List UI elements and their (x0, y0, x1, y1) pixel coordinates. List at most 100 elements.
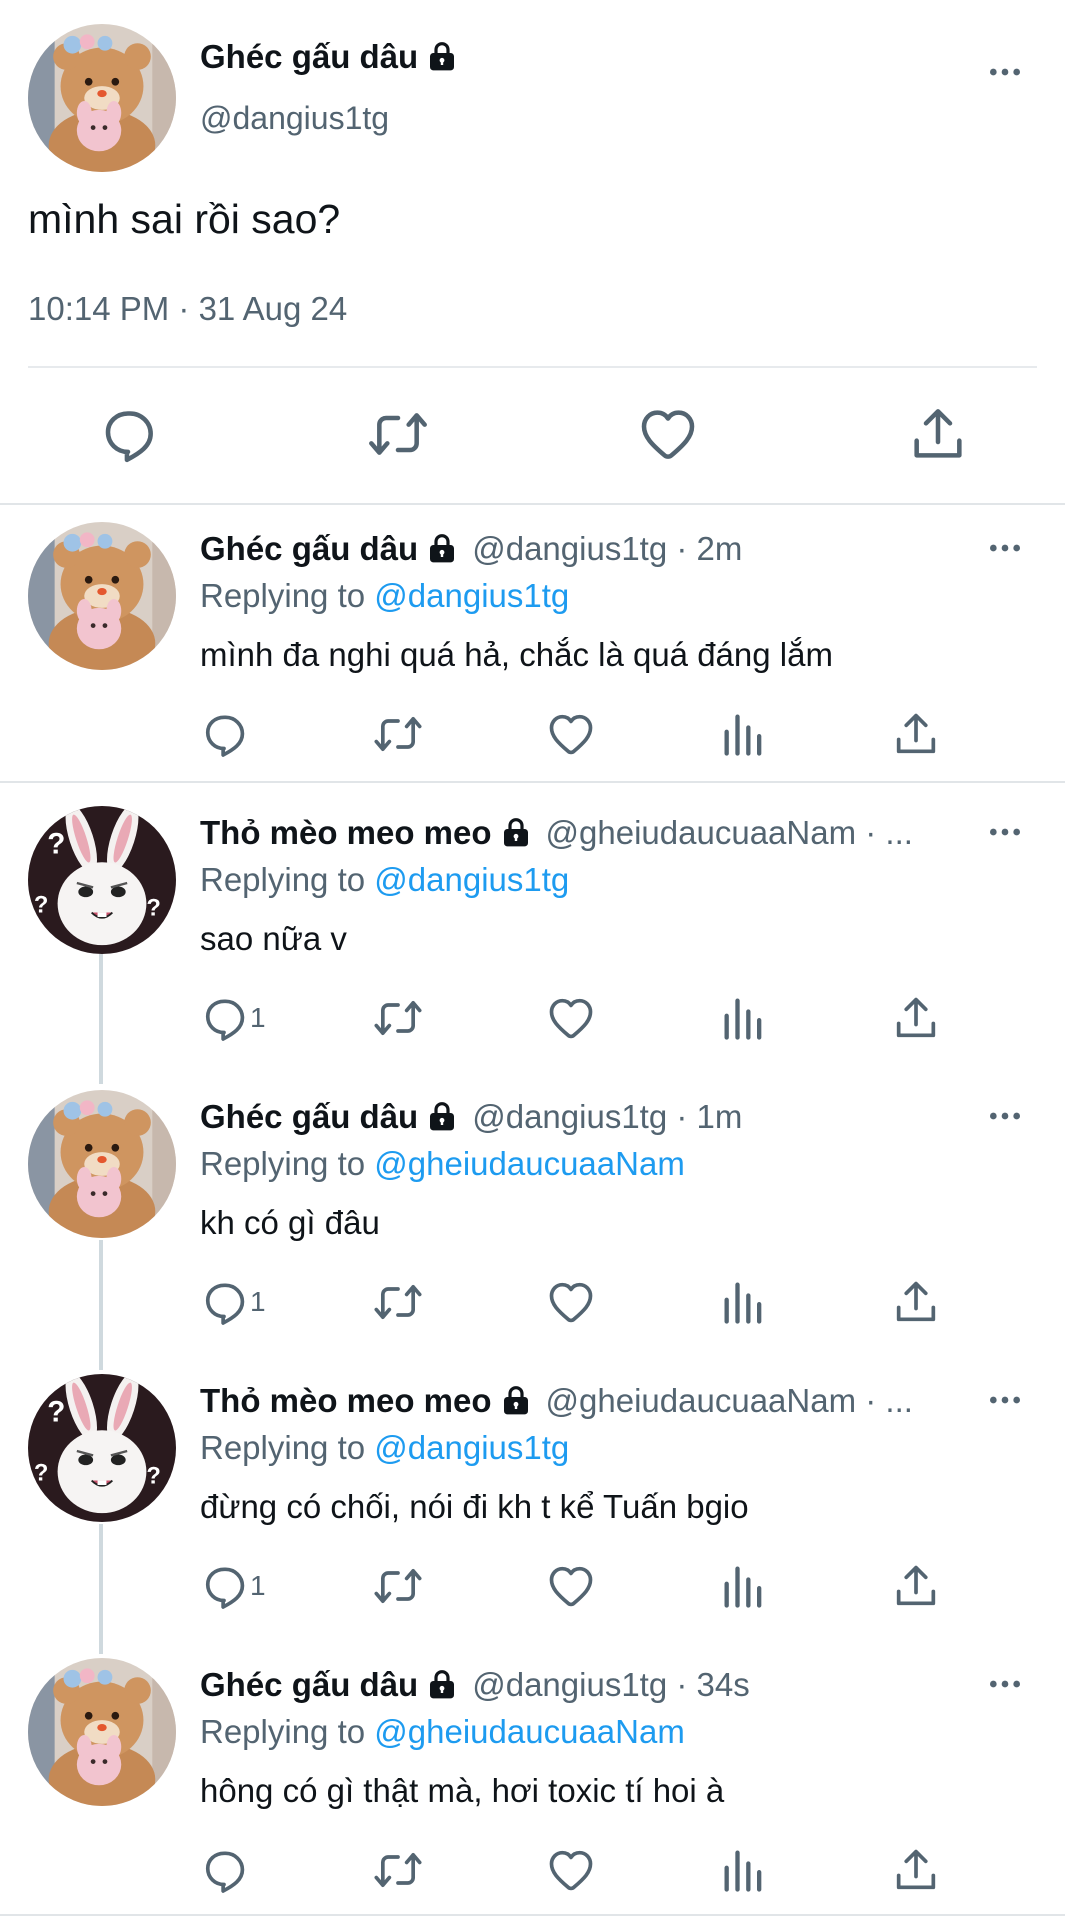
views-button[interactable] (718, 992, 770, 1044)
reply-button[interactable]: 1 (198, 992, 288, 1044)
bunny-avatar-image (28, 806, 176, 954)
views-icon (718, 1276, 770, 1328)
replying-to-link[interactable]: @dangius1tg (374, 1429, 569, 1466)
divider (28, 366, 1037, 368)
replying-to-link[interactable]: @gheiudaucuaaNam (374, 1713, 685, 1750)
reply-icon (198, 1276, 250, 1328)
reply-count: 1 (250, 1570, 266, 1601)
replying-to-prefix: Replying to (200, 1713, 366, 1750)
reply-handle-time[interactable]: @gheiudaucuaaNam · ... (546, 1382, 913, 1420)
like-button[interactable] (545, 1276, 597, 1328)
reply-avatar[interactable] (28, 1374, 176, 1522)
lock-icon (426, 533, 458, 565)
like-button[interactable] (545, 1844, 597, 1896)
views-button[interactable] (718, 708, 770, 760)
replying-to-link[interactable]: @gheiudaucuaaNam (374, 1145, 685, 1182)
retweet-icon (372, 1276, 424, 1328)
replying-to-link[interactable]: @dangius1tg (374, 577, 569, 614)
retweet-icon (372, 992, 424, 1044)
reply-button[interactable]: 1 (198, 1560, 288, 1612)
lock-icon (426, 1669, 458, 1701)
author-avatar[interactable] (28, 24, 176, 172)
reply-text: hông có gì thật mà, hơi toxic tí hoi à (200, 1772, 725, 1809)
share-button[interactable] (890, 1560, 942, 1612)
share-icon (890, 1560, 942, 1612)
reply-button[interactable] (198, 708, 250, 760)
retweet-icon (372, 1560, 424, 1612)
retweet-button[interactable] (372, 1560, 424, 1612)
like-button[interactable] (545, 708, 597, 760)
views-button[interactable] (718, 1844, 770, 1896)
divider (0, 1914, 1065, 1916)
like-icon (545, 1276, 597, 1328)
more-options-button[interactable] (985, 1096, 1025, 1136)
reply-avatar[interactable] (28, 522, 176, 670)
retweet-button[interactable] (366, 402, 430, 466)
retweet-button[interactable] (372, 1276, 424, 1328)
author-name-row[interactable]: Ghéc gấu dâu (200, 38, 458, 76)
like-button[interactable] (545, 1560, 597, 1612)
reply-avatar[interactable] (28, 1090, 176, 1238)
views-icon (718, 992, 770, 1044)
bear-avatar-image (28, 24, 176, 172)
views-icon (718, 1844, 770, 1896)
lock-icon (500, 1385, 532, 1417)
thread-line (99, 954, 103, 1084)
reply-icon (198, 708, 250, 760)
replying-to-link[interactable]: @dangius1tg (374, 861, 569, 898)
reply-author-name[interactable]: Ghéc gấu dâu (200, 1098, 418, 1136)
retweet-icon (366, 402, 430, 466)
like-button[interactable] (636, 402, 700, 466)
replying-to-line: Replying to @gheiudaucuaaNam (200, 1713, 685, 1751)
retweet-icon (372, 1844, 424, 1896)
reply-avatar[interactable] (28, 806, 176, 954)
share-icon (906, 402, 970, 466)
reply-count: 1 (250, 1286, 266, 1317)
more-options-button[interactable] (985, 812, 1025, 852)
share-button[interactable] (906, 402, 970, 466)
more-icon (985, 52, 1025, 92)
share-button[interactable] (890, 1844, 942, 1896)
author-name[interactable]: Ghéc gấu dâu (200, 38, 418, 76)
share-button[interactable] (890, 708, 942, 760)
reply-author-name[interactable]: Thỏ mèo meo meo (200, 814, 492, 852)
more-options-button[interactable] (985, 52, 1025, 92)
thread-line (99, 1240, 103, 1370)
reply-button[interactable]: 1 (198, 1276, 288, 1328)
reply-avatar[interactable] (28, 1658, 176, 1806)
reply-header: Ghéc gấu dâu @dangius1tg · 2m (200, 530, 742, 568)
views-button[interactable] (718, 1560, 770, 1612)
reply-button[interactable] (198, 1844, 250, 1896)
retweet-button[interactable] (372, 1844, 424, 1896)
reply-handle-time[interactable]: @dangius1tg · 2m (472, 530, 742, 568)
more-icon (985, 1096, 1025, 1136)
reply-button[interactable] (96, 402, 160, 466)
share-icon (890, 1844, 942, 1896)
reply-handle-time[interactable]: @gheiudaucuaaNam · ... (546, 814, 913, 852)
more-options-button[interactable] (985, 528, 1025, 568)
retweet-button[interactable] (372, 708, 424, 760)
author-handle[interactable]: @dangius1tg (200, 100, 389, 137)
views-button[interactable] (718, 1276, 770, 1328)
replying-to-line: Replying to @dangius1tg (200, 861, 569, 899)
share-button[interactable] (890, 1276, 942, 1328)
like-button[interactable] (545, 992, 597, 1044)
retweet-button[interactable] (372, 992, 424, 1044)
reply-text: sao nữa v (200, 920, 347, 957)
retweet-icon (372, 708, 424, 760)
reply-handle-time[interactable]: @dangius1tg · 1m (472, 1098, 742, 1136)
replying-to-prefix: Replying to (200, 577, 366, 614)
lock-icon (426, 1101, 458, 1133)
reply-handle-time[interactable]: @dangius1tg · 34s (472, 1666, 750, 1704)
reply-count: 1 (250, 1002, 266, 1033)
more-options-button[interactable] (985, 1380, 1025, 1420)
reply-author-name[interactable]: Ghéc gấu dâu (200, 1666, 418, 1704)
reply-author-name[interactable]: Thỏ mèo meo meo (200, 1382, 492, 1420)
more-options-button[interactable] (985, 1664, 1025, 1704)
share-button[interactable] (890, 992, 942, 1044)
replying-to-prefix: Replying to (200, 1429, 366, 1466)
divider (0, 503, 1065, 505)
reply-author-name[interactable]: Ghéc gấu dâu (200, 530, 418, 568)
like-icon (545, 1844, 597, 1896)
replying-to-prefix: Replying to (200, 861, 366, 898)
